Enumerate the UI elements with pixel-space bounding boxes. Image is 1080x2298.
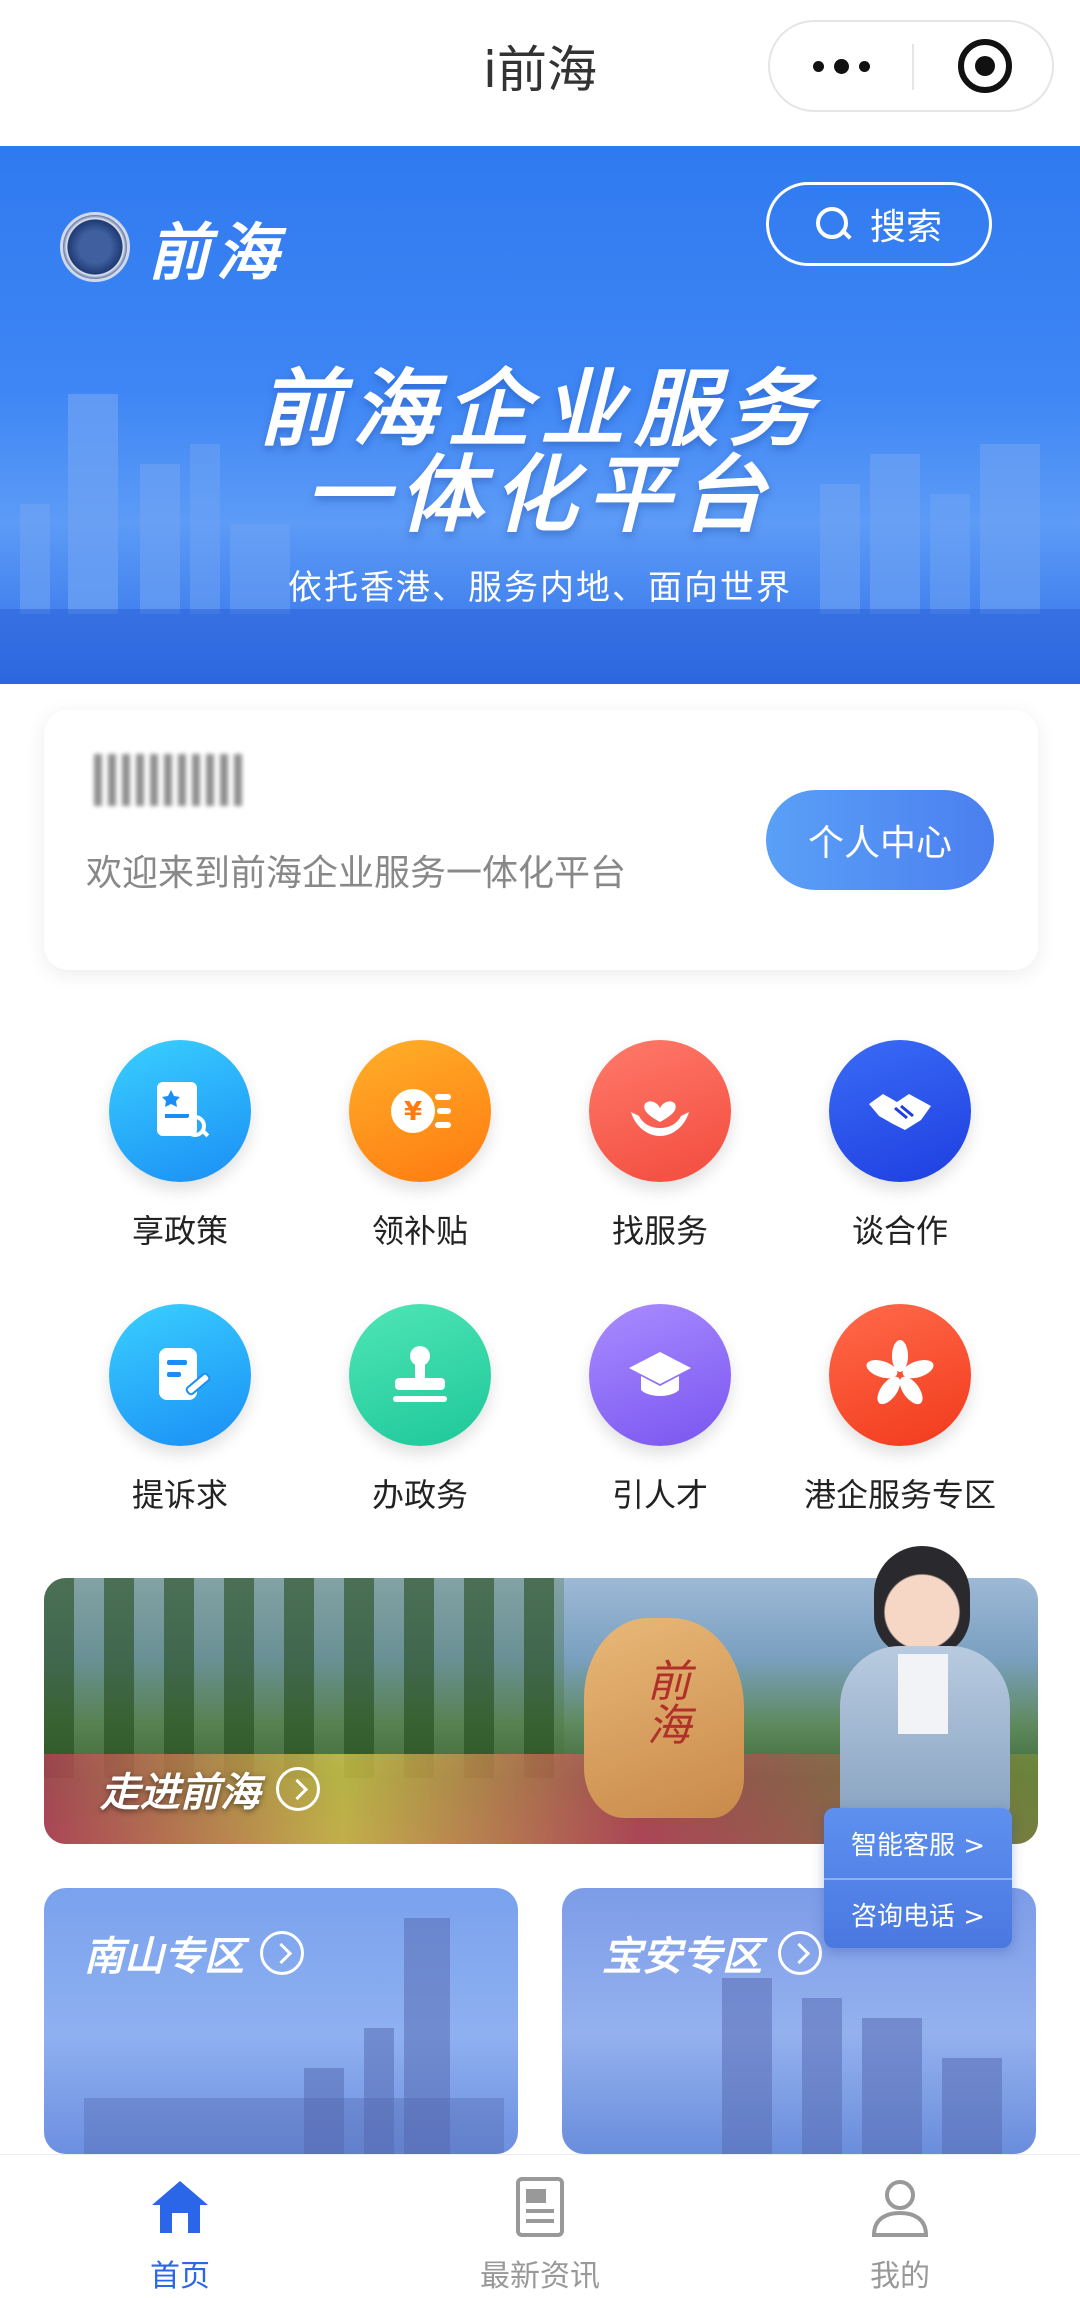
banner-title-line2: 一体化平台 (304, 446, 775, 544)
assistant-shirt (898, 1654, 948, 1734)
svg-text:¥: ¥ (404, 1097, 422, 1127)
nanshan-zone-card[interactable]: 南山专区 (44, 1888, 518, 2154)
search-button[interactable]: 搜索 (766, 182, 992, 266)
zone-title-text: 宝安专区 (602, 1934, 762, 1980)
mini-program-capsule (768, 20, 1054, 112)
service-label: 引人才 (611, 1476, 708, 1514)
tab-label: 首页 (150, 2259, 210, 2294)
handshake-icon (829, 1040, 971, 1182)
top-navbar: i前海 (0, 0, 1080, 146)
qianhai-logo: 前海 (60, 202, 284, 292)
news-icon (508, 2175, 572, 2239)
search-label: 搜索 (869, 207, 942, 248)
palm-trees-image (44, 1578, 564, 1778)
service-hk-zone[interactable]: 港企服务专区 (780, 1304, 1020, 1516)
more-dot-icon (812, 60, 824, 72)
more-dot-icon (858, 60, 870, 72)
service-policy[interactable]: 享政策 (60, 1040, 300, 1252)
user-icon (868, 2175, 932, 2239)
heart-hands-icon (589, 1040, 731, 1182)
service-label: 办政务 (371, 1476, 468, 1514)
welcome-message: 欢迎来到前海企业服务一体化平台 (86, 853, 627, 894)
arrow-right-circle-icon (778, 1931, 822, 1975)
rock-inscription: 前海 (639, 1658, 690, 1746)
zone-title: 宝安专区 (602, 1924, 822, 1982)
zone-title: 南山专区 (84, 1924, 304, 1982)
tab-news[interactable]: 最新资讯 (360, 2155, 720, 2298)
banner-subtitle: 依托香港、服务内地、面向世界 (288, 568, 792, 608)
service-subsidy[interactable]: ¥ 领补贴 (300, 1040, 540, 1252)
subsidy-coin-icon: ¥ (349, 1040, 491, 1182)
smart-customer-service-button[interactable]: 智能客服 > (824, 1808, 1012, 1878)
hero-banner: 前海 搜索 前海企业服务 一体化平台 依托香港、服务内地、面向世界 (0, 146, 1080, 684)
service-appeal[interactable]: 提诉求 (60, 1304, 300, 1516)
bauhinia-icon (829, 1304, 971, 1446)
username-redacted (94, 754, 244, 806)
assistant-head (874, 1546, 970, 1656)
home-icon (148, 2175, 212, 2239)
logo-calligraphy: 前海 (148, 216, 285, 289)
stamp-icon (349, 1304, 491, 1446)
service-label: 领补贴 (371, 1212, 468, 1250)
service-cooperate[interactable]: 谈合作 (780, 1040, 1020, 1252)
service-label: 谈合作 (851, 1212, 948, 1250)
arrow-right-circle-icon (276, 1767, 320, 1811)
zone-title-text: 南山专区 (84, 1934, 244, 1980)
hotline-button[interactable]: 咨询电话 > (824, 1878, 1012, 1948)
tab-mine[interactable]: 我的 (720, 2155, 1080, 2298)
service-find[interactable]: 找服务 (540, 1040, 780, 1252)
welcome-card: 欢迎来到前海企业服务一体化平台 个人中心 (44, 710, 1038, 970)
policy-document-icon (109, 1040, 251, 1182)
service-label: 提诉求 (131, 1476, 228, 1514)
edit-note-icon (109, 1304, 251, 1446)
bottom-tab-bar: 首页 最新资讯 我的 (0, 2154, 1080, 2298)
tab-home[interactable]: 首页 (0, 2155, 360, 2298)
service-label: 港企服务专区 (803, 1476, 996, 1514)
promo-title: 走进前海 (100, 1760, 320, 1818)
qianhai-rock-image: 前海 (584, 1618, 744, 1818)
floating-help-panel: 智能客服 > 咨询电话 > (824, 1808, 1012, 1948)
service-label: 找服务 (611, 1212, 708, 1250)
personal-center-button[interactable]: 个人中心 (766, 790, 994, 890)
more-options-button[interactable] (770, 22, 912, 110)
graduation-cap-icon (589, 1304, 731, 1446)
emblem-icon (60, 212, 130, 282)
service-label: 享政策 (131, 1212, 228, 1250)
service-affairs[interactable]: 办政务 (300, 1304, 540, 1516)
promo-title-text: 走进前海 (100, 1770, 260, 1816)
more-dot-icon (833, 58, 849, 74)
arrow-right-circle-icon (260, 1931, 304, 1975)
search-icon (815, 207, 850, 241)
close-target-icon[interactable] (958, 39, 1012, 93)
tab-label: 我的 (870, 2259, 930, 2294)
tab-label: 最新资讯 (480, 2259, 600, 2294)
service-talent[interactable]: 引人才 (540, 1304, 780, 1516)
virtual-assistant-avatar[interactable] (820, 1546, 1020, 1816)
capsule-divider (912, 44, 914, 90)
